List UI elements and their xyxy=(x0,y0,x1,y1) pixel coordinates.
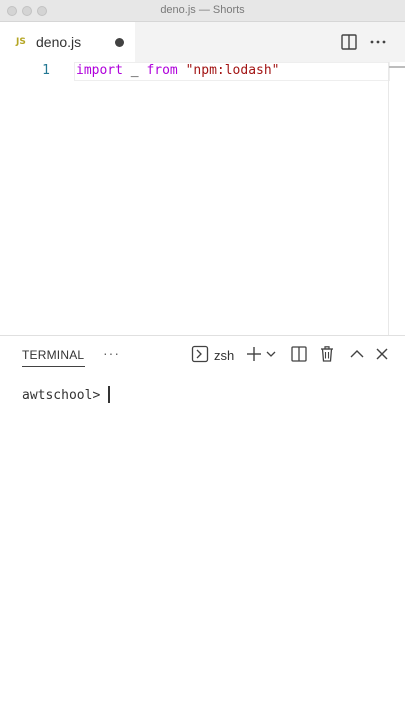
terminal-shell-label[interactable]: zsh xyxy=(214,348,234,363)
code-editor[interactable]: 1 import _ from "npm:lodash" xyxy=(0,62,405,335)
editor-tab-bar: JS deno.js xyxy=(0,22,405,62)
add-terminal-icon[interactable] xyxy=(245,345,263,363)
window-title: deno.js — Shorts xyxy=(160,4,245,16)
code-line-1[interactable]: import _ from "npm:lodash" xyxy=(76,63,280,78)
maximize-panel-icon[interactable] xyxy=(348,345,366,363)
panel-more-button[interactable]: ··· xyxy=(103,345,120,361)
tab-label: deno.js xyxy=(36,34,82,50)
editor-tab-deno-js[interactable]: JS deno.js xyxy=(0,22,135,62)
terminal-cursor xyxy=(108,386,110,403)
keyword-token: import xyxy=(76,63,123,78)
chevron-down-icon[interactable] xyxy=(264,345,278,363)
keyword-token: from xyxy=(146,63,178,78)
identifier-token: _ xyxy=(122,63,147,78)
active-tab-indicator xyxy=(22,366,85,367)
editor-scrollbar[interactable] xyxy=(388,62,405,335)
title-bar: deno.js — Shorts xyxy=(0,0,405,22)
terminal-shell-icon[interactable] xyxy=(191,345,209,363)
overview-ruler-cursor xyxy=(389,66,405,68)
close-panel-icon[interactable] xyxy=(373,345,391,363)
trash-icon[interactable] xyxy=(318,345,336,363)
tab-terminal[interactable]: TERMINAL xyxy=(22,348,84,362)
string-token: "npm:lodash" xyxy=(185,63,280,78)
unsaved-dot-icon[interactable] xyxy=(115,38,124,47)
line-number: 1 xyxy=(42,63,50,78)
more-actions-icon[interactable] xyxy=(368,32,388,52)
terminal-panel: TERMINAL ··· zsh awtschool> xyxy=(0,336,405,720)
split-editor-icon[interactable] xyxy=(339,32,359,52)
javascript-file-icon: JS xyxy=(16,37,26,47)
terminal-prompt: awtschool> xyxy=(22,388,109,403)
split-terminal-icon[interactable] xyxy=(290,345,308,363)
